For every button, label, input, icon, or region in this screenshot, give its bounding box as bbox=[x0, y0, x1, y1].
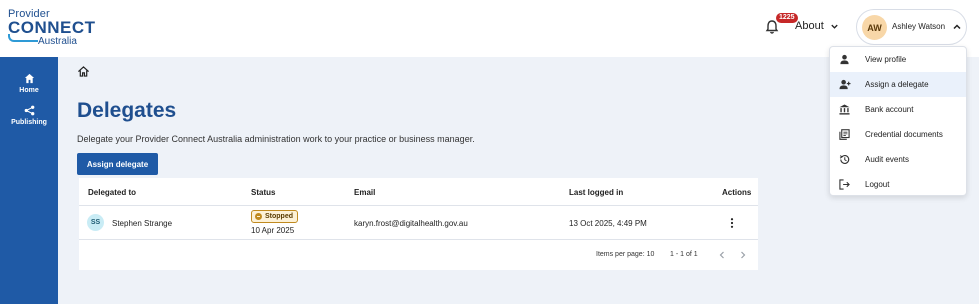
person-add-icon bbox=[839, 79, 851, 90]
column-header-status: Status bbox=[251, 188, 276, 197]
menu-item-label: View profile bbox=[865, 55, 907, 64]
menu-item-credential-documents[interactable]: Credential documents bbox=[830, 122, 966, 147]
page-description: Delegate your Provider Connect Australia… bbox=[77, 134, 475, 144]
avatar: AW bbox=[862, 15, 887, 40]
sidebar: Home Publishing bbox=[0, 57, 58, 304]
menu-item-bank-account[interactable]: Bank account bbox=[830, 97, 966, 122]
menu-item-assign-a-delegate[interactable]: Assign a delegate bbox=[830, 72, 966, 97]
user-name: Ashley Watson bbox=[892, 22, 946, 31]
page-title: Delegates bbox=[77, 99, 177, 122]
menu-item-view-profile[interactable]: View profile bbox=[830, 47, 966, 72]
delegate-email: karyn.frost@digitalhealth.gov.au bbox=[354, 219, 468, 228]
menu-item-logout[interactable]: Logout bbox=[830, 172, 966, 197]
share-icon bbox=[24, 105, 34, 116]
status-date: 10 Apr 2025 bbox=[251, 226, 295, 235]
menu-item-label: Audit events bbox=[865, 155, 910, 164]
sidebar-item-home[interactable]: Home bbox=[0, 73, 58, 94]
chevron-up-icon bbox=[953, 24, 961, 30]
status-label: Stopped bbox=[265, 213, 293, 220]
delegate-name: Stephen Strange bbox=[112, 219, 173, 228]
user-dropdown-menu: View profile Assign a delegate Bank acco… bbox=[829, 46, 967, 196]
sidebar-item-publishing[interactable]: Publishing bbox=[0, 105, 58, 126]
logo-line-3: Australia bbox=[38, 36, 77, 47]
home-icon bbox=[24, 73, 34, 84]
history-icon bbox=[839, 155, 850, 164]
about-menu-button[interactable]: About bbox=[795, 20, 839, 32]
delegate-avatar: SS bbox=[87, 214, 104, 231]
assign-delegate-button[interactable]: Assign delegate bbox=[77, 153, 158, 175]
logo-swoosh bbox=[8, 34, 38, 42]
documents-icon bbox=[839, 129, 850, 140]
sidebar-item-label: Home bbox=[19, 87, 39, 94]
provider-connect-logo[interactable]: Provider CONNECT Australia bbox=[8, 8, 95, 47]
next-page-icon[interactable] bbox=[739, 251, 747, 259]
menu-item-label: Bank account bbox=[865, 105, 914, 114]
stopped-icon bbox=[255, 213, 262, 220]
pagination-range: 1 - 1 of 1 bbox=[670, 251, 698, 258]
about-label: About bbox=[795, 20, 824, 32]
status-badge: Stopped bbox=[251, 210, 298, 223]
column-header-actions: Actions bbox=[722, 188, 752, 197]
column-header-email: Email bbox=[354, 188, 376, 197]
menu-item-label: Credential documents bbox=[865, 130, 943, 139]
delegates-table: Delegated to Status Email Last logged in… bbox=[79, 178, 758, 270]
items-per-page-select[interactable]: Items per page: 10 bbox=[596, 251, 654, 258]
person-icon bbox=[840, 54, 849, 65]
menu-item-audit-events[interactable]: Audit events bbox=[830, 147, 966, 172]
menu-item-label: Logout bbox=[865, 180, 890, 189]
column-header-delegated-to: Delegated to bbox=[88, 188, 137, 197]
previous-page-icon[interactable] bbox=[718, 251, 726, 259]
menu-item-label: Assign a delegate bbox=[865, 80, 929, 89]
sidebar-item-label: Publishing bbox=[11, 119, 47, 126]
more-actions-icon[interactable] bbox=[730, 218, 734, 228]
chevron-down-icon bbox=[831, 24, 838, 29]
breadcrumb-home-icon[interactable] bbox=[78, 66, 89, 77]
row-divider bbox=[79, 239, 758, 240]
user-menu-button[interactable]: AW Ashley Watson bbox=[856, 9, 967, 45]
header-divider bbox=[79, 205, 758, 206]
last-logged-in: 13 Oct 2025, 4:49 PM bbox=[569, 219, 647, 228]
logout-icon bbox=[839, 179, 850, 190]
bank-icon bbox=[839, 104, 850, 115]
column-header-last-logged-in: Last logged in bbox=[569, 188, 624, 197]
